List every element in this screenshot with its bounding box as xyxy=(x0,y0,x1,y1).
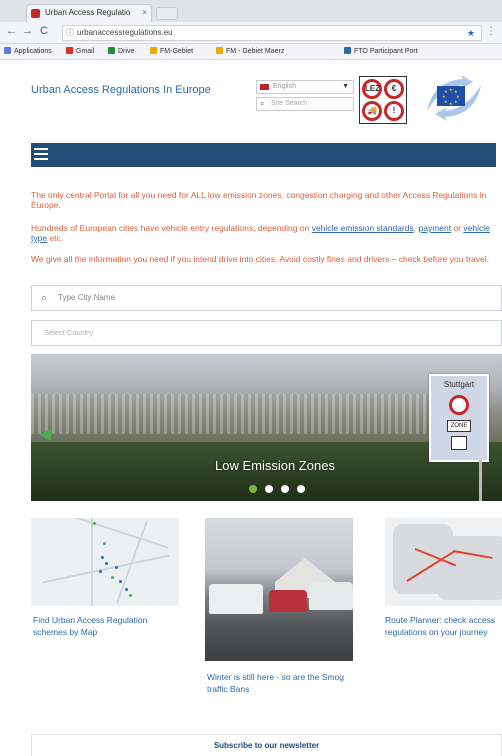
slider-dot[interactable] xyxy=(249,485,257,493)
slider-dot[interactable] xyxy=(265,485,273,493)
sign-post xyxy=(479,460,482,501)
close-tab-icon[interactable]: × xyxy=(142,5,147,21)
intro-paragraph-3: We give all the information you need if … xyxy=(31,254,489,264)
card-winter-smog[interactable]: Winter is still here - so are the Smog t… xyxy=(207,671,347,695)
reload-button[interactable]: C xyxy=(40,25,48,37)
bookmark-item[interactable]: Gmail xyxy=(66,44,94,59)
info-icon[interactable]: ⓘ xyxy=(66,26,74,40)
newsletter-subscribe[interactable]: Subscribe to our newsletter xyxy=(31,734,502,756)
bookmark-star-icon[interactable]: ★ xyxy=(467,26,475,40)
forward-button[interactable]: → xyxy=(22,25,33,37)
bookmarks-bar: Applications Gmail Drive FM-Gebiet FM - … xyxy=(0,44,502,60)
car-shape xyxy=(269,590,307,612)
language-select[interactable]: English ▼ xyxy=(256,80,354,94)
back-button[interactable]: ← xyxy=(6,25,17,37)
drive-icon xyxy=(108,47,115,54)
slider-dots xyxy=(249,485,309,495)
browser-tabstrip: Urban Access Regulatio × xyxy=(0,0,502,22)
bookmark-item[interactable]: FM-Gebiet xyxy=(150,44,193,59)
no-entry-circle-icon xyxy=(449,395,469,415)
intro-paragraph-1: The only central Portal for all you need… xyxy=(31,190,487,210)
browser-toolbar: ← → C ⓘ urbanaccessregulations.eu ★ ⋮ xyxy=(0,22,502,44)
chevron-down-icon: ▼ xyxy=(342,83,349,90)
slider-prev-icon[interactable]: ◀ xyxy=(39,424,51,444)
main-navbar xyxy=(31,143,496,167)
apps-icon xyxy=(4,47,11,54)
bookmark-item[interactable]: Drive xyxy=(108,44,134,59)
bookmark-item[interactable]: FM - Gebiet Maerz xyxy=(216,44,284,59)
vehicle-ban-sign-icon: 🚚 xyxy=(362,101,382,121)
warning-sign-icon: ! xyxy=(384,101,404,121)
eu-logo: ★ ★ ★ ★ ★ ★ ★ ★ xyxy=(423,75,485,121)
traffic-signs-logo[interactable]: LEZ € 🚚 ! xyxy=(359,76,407,124)
country-select[interactable]: Select Country xyxy=(31,320,502,346)
winter-photo[interactable] xyxy=(205,518,353,661)
hero-caption: Low Emission Zones xyxy=(215,458,335,473)
car-shape xyxy=(309,582,353,610)
slider-dot[interactable] xyxy=(281,485,289,493)
charging-sign-icon: € xyxy=(384,79,404,99)
bookmark-item[interactable]: FTO Participant Port xyxy=(344,44,418,59)
favicon-icon xyxy=(31,9,40,18)
route-map-thumbnail[interactable] xyxy=(385,518,502,606)
lez-sign-icon: LEZ xyxy=(362,79,382,99)
uk-flag-icon xyxy=(260,84,269,90)
card-route-planner[interactable]: Route Planner: check access regulations … xyxy=(385,614,502,638)
bookmark-icon xyxy=(216,47,223,54)
vehicle-emission-link[interactable]: vehicle emission standards xyxy=(312,223,414,233)
address-bar[interactable]: ⓘ urbanaccessregulations.eu ★ xyxy=(62,25,482,41)
intro-paragraph-2: Hundreds of European cities have vehicle… xyxy=(31,223,490,243)
bookmark-icon xyxy=(150,47,157,54)
car-shape xyxy=(209,584,263,614)
site-search-placeholder: Site Search xyxy=(271,100,308,107)
card-find-by-map[interactable]: Find Urban Access Regulation schemes by … xyxy=(33,614,173,638)
lez-road-sign: Stuttgart ZONE xyxy=(429,374,489,462)
hero-slider[interactable]: ◀ Stuttgart ZONE Low Emission Zones xyxy=(31,354,502,501)
bookmark-item[interactable]: Applications xyxy=(4,44,52,59)
bookmark-icon xyxy=(344,47,351,54)
sign-city-name: Stuttgart xyxy=(443,380,475,389)
hero-cityscape xyxy=(31,394,441,434)
language-value: English xyxy=(273,83,296,90)
new-tab-button[interactable] xyxy=(156,7,178,20)
sign-zone-label: ZONE xyxy=(447,420,471,432)
map-thumbnail[interactable] xyxy=(31,518,179,606)
search-icon: ⌕ xyxy=(41,292,48,304)
site-title[interactable]: Urban Access Regulations In Europe xyxy=(31,84,211,96)
search-icon: ⌕ xyxy=(260,99,265,108)
gmail-icon xyxy=(66,47,73,54)
payment-link[interactable]: payment xyxy=(418,223,451,233)
slider-dot[interactable] xyxy=(297,485,305,493)
hamburger-menu-icon[interactable] xyxy=(34,147,50,161)
browser-menu-icon[interactable]: ⋮ xyxy=(486,26,496,37)
city-search-placeholder: Type City Name xyxy=(58,293,115,302)
site-search-input[interactable]: ⌕ Site Search xyxy=(256,97,354,111)
url-text: urbanaccessregulations.eu xyxy=(77,28,173,37)
sign-plate xyxy=(451,436,467,450)
browser-tab[interactable]: Urban Access Regulatio × xyxy=(26,4,152,22)
city-search-input[interactable]: ⌕ Type City Name xyxy=(31,285,502,311)
eu-flag-icon: ★ ★ ★ ★ ★ ★ ★ ★ xyxy=(437,86,465,106)
tab-title: Urban Access Regulatio xyxy=(45,8,131,17)
